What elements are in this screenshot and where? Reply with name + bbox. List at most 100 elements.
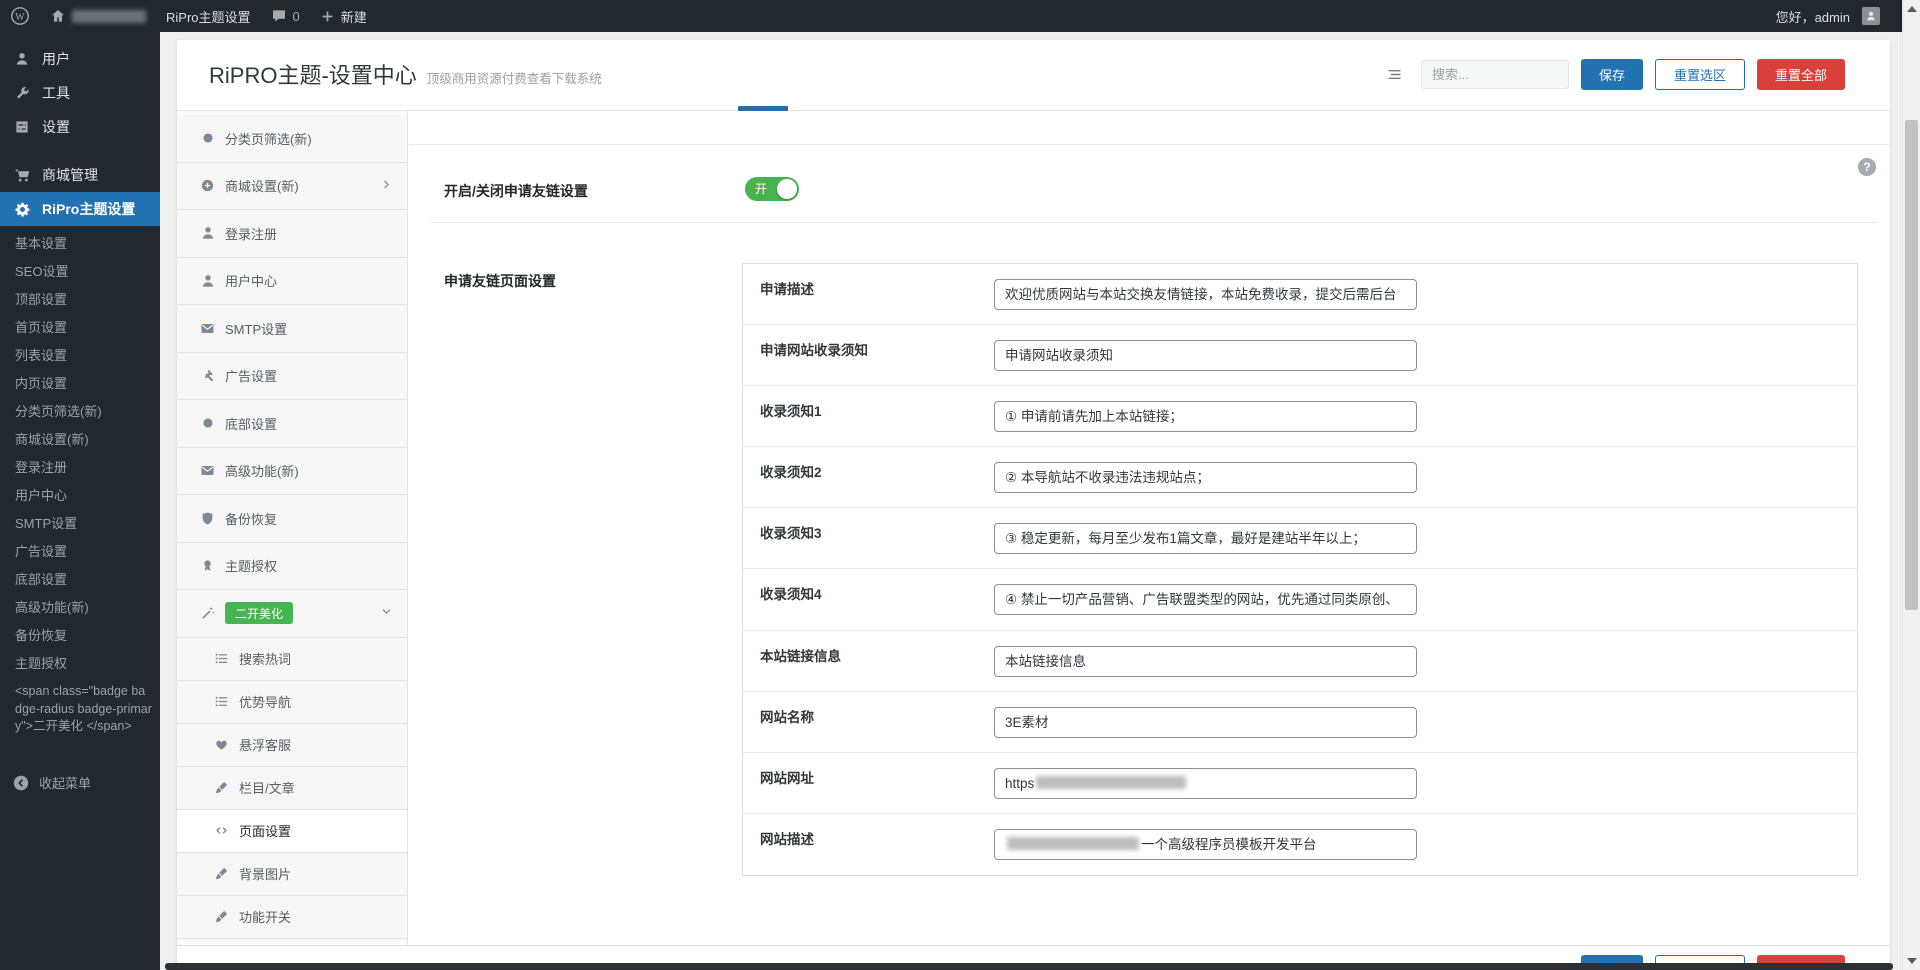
toggle-field-label: 开启/关闭申请友链设置: [444, 181, 588, 201]
field-input-收录须知4[interactable]: ④ 禁止一切产品营销、广告联盟类型的网站，优先通过同类原创、: [994, 584, 1417, 615]
help-icon[interactable]: [1858, 158, 1876, 176]
settings-menu-item-二开美化[interactable]: 二开美化: [177, 590, 407, 638]
wp-submenu-item[interactable]: 底部设置: [0, 564, 160, 592]
chevron-right-icon: [378, 178, 395, 191]
wp-submenu-item[interactable]: 主题授权: [0, 648, 160, 676]
settings-menu-item-背景图片[interactable]: 背景图片: [177, 853, 407, 896]
brush-icon: [213, 866, 230, 881]
settings-menu-item-悬浮客服[interactable]: 悬浮客服: [177, 724, 407, 767]
fields-panel: 申请描述欢迎优质网站与本站交换友情链接，本站免费收录，提交后需后台申请网站收录须…: [742, 263, 1858, 876]
field-label: 网站名称: [760, 706, 814, 726]
wp-submenu-item[interactable]: SMTP设置: [0, 508, 160, 536]
wp-menu-item[interactable]: 工具: [0, 76, 160, 110]
settings-menu-item-页面设置[interactable]: 页面设置: [177, 810, 407, 853]
site-home-link[interactable]: [40, 0, 156, 32]
admin-bar-page-link[interactable]: RiPro主题设置: [156, 0, 261, 32]
scroll-up-arrow[interactable]: [1907, 6, 1917, 12]
home-icon: [50, 8, 66, 24]
cart-icon: [12, 167, 32, 184]
settings-menu-item-分类页筛选(新)[interactable]: 分类页筛选(新): [177, 115, 407, 163]
field-input-网站描述[interactable]: 一个高级程序员模板开发平台: [994, 829, 1417, 860]
field-input-网站名称[interactable]: 3E素材: [994, 707, 1417, 738]
wp-submenu-item[interactable]: 登录注册: [0, 452, 160, 480]
settings-menu-item-SMTP设置[interactable]: SMTP设置: [177, 305, 407, 353]
settings-icon: [12, 119, 32, 135]
plus-circle-icon: [199, 178, 216, 193]
wp-admin-sidebar: 用户工具设置商城管理RiPro主题设置 基本设置SEO设置顶部设置首页设置列表设…: [0, 32, 160, 970]
field-input-申请网站收录须知[interactable]: 申请网站收录须知: [994, 340, 1417, 371]
settings-menu-item-功能开关[interactable]: 功能开关: [177, 896, 407, 939]
settings-menu-item-栏目/文章[interactable]: 栏目/文章: [177, 767, 407, 810]
menu-toggle-button[interactable]: [1381, 61, 1409, 89]
field-input-收录须知2[interactable]: ② 本导航站不收录违法违规站点；: [994, 462, 1417, 493]
wordpress-logo-icon[interactable]: W: [0, 0, 40, 32]
field-input-申请描述[interactable]: 欢迎优质网站与本站交换友情链接，本站免费收录，提交后需后台: [994, 279, 1417, 310]
wp-menu-item[interactable]: 商城管理: [0, 158, 160, 192]
user-icon: [199, 273, 216, 289]
chevron-down-icon: [378, 605, 395, 618]
scroll-down-arrow[interactable]: [1907, 958, 1917, 964]
friend-link-toggle[interactable]: 开: [745, 177, 799, 201]
new-content-button[interactable]: 新建: [310, 0, 377, 32]
wp-submenu-item[interactable]: 备份恢复: [0, 620, 160, 648]
field-label: 本站链接信息: [760, 645, 841, 665]
wp-admin-bar: W RiPro主题设置 0 新建: [0, 0, 1902, 32]
field-row: 收录须知2② 本导航站不收录违法违规站点；: [743, 447, 1857, 508]
settings-menu-item-底部设置[interactable]: 底部设置: [177, 400, 407, 448]
input-visible-text: ③ 稳定更新，每月至少发布1篇文章，最好是建站半年以上；: [1005, 531, 1366, 546]
settings-menu-item-label: 登录注册: [225, 224, 277, 243]
vertical-scrollbar[interactable]: [1902, 0, 1920, 970]
settings-menu-item-商城设置(新)[interactable]: 商城设置(新): [177, 163, 407, 211]
wp-menu-item[interactable]: 用户: [0, 42, 160, 76]
settings-menu-item-label: 页面设置: [239, 821, 291, 840]
save-button[interactable]: 保存: [1581, 59, 1643, 90]
settings-menu-item-label: 功能开关: [239, 907, 291, 926]
arrow-left-circle-icon: [12, 774, 30, 792]
wp-submenu-item[interactable]: 顶部设置: [0, 284, 160, 312]
settings-menu-item-高级功能(新)[interactable]: 高级功能(新): [177, 448, 407, 496]
wp-submenu-item[interactable]: 首页设置: [0, 312, 160, 340]
wp-submenu-item[interactable]: 基本设置: [0, 228, 160, 256]
admin-bar-right: 您好，admin: [1766, 0, 1902, 32]
settings-menu-item-登录注册[interactable]: 登录注册: [177, 210, 407, 258]
field-label: 收录须知1: [760, 400, 822, 420]
settings-menu-item-优势导航[interactable]: 优势导航: [177, 681, 407, 724]
horizontal-scrollbar-thumb[interactable]: [165, 963, 1893, 970]
field-input-收录须知3[interactable]: ③ 稳定更新，每月至少发布1篇文章，最好是建站半年以上；: [994, 523, 1417, 554]
settings-menu-item-广告设置[interactable]: 广告设置: [177, 353, 407, 401]
brush-icon: [213, 909, 230, 924]
comments-link[interactable]: 0: [261, 0, 310, 32]
collapse-menu-button[interactable]: 收起菜单: [0, 768, 160, 798]
wp-menu-item[interactable]: 设置: [0, 110, 160, 144]
settings-menu-item-备份恢复[interactable]: 备份恢复: [177, 495, 407, 543]
settings-menu-item-主题授权[interactable]: 主题授权: [177, 543, 407, 591]
search-input[interactable]: [1421, 60, 1569, 89]
account-menu[interactable]: 您好，admin: [1766, 0, 1890, 32]
wp-submenu-item[interactable]: 分类页筛选(新): [0, 396, 160, 424]
shield-icon: [199, 511, 216, 526]
list-icon: [213, 651, 230, 666]
vertical-scrollbar-thumb[interactable]: [1905, 120, 1918, 610]
menu-separator: [0, 144, 160, 158]
wp-submenu-item[interactable]: 高级功能(新): [0, 592, 160, 620]
wp-submenu-item[interactable]: SEO设置: [0, 256, 160, 284]
field-input-网站网址[interactable]: https: [994, 768, 1417, 799]
reset-all-button[interactable]: 重置全部: [1757, 59, 1845, 90]
field-input-本站链接信息[interactable]: 本站链接信息: [994, 646, 1417, 677]
wp-menu-item[interactable]: RiPro主题设置: [0, 192, 160, 226]
wp-submenu-item[interactable]: 用户中心: [0, 480, 160, 508]
reset-selection-button[interactable]: 重置选区: [1655, 59, 1745, 90]
field-input-收录须知1[interactable]: ① 申请前请先加上本站链接；: [994, 401, 1417, 432]
wp-menu-item-label: 设置: [42, 117, 70, 137]
wp-submenu-item[interactable]: 内页设置: [0, 368, 160, 396]
wp-submenu-item[interactable]: 商城设置(新): [0, 424, 160, 452]
wp-submenu-item[interactable]: 广告设置: [0, 536, 160, 564]
hammer-icon: [199, 368, 216, 383]
field-row: 申请描述欢迎优质网站与本站交换友情链接，本站免费收录，提交后需后台: [743, 264, 1857, 325]
wp-submenu-item[interactable]: 列表设置: [0, 340, 160, 368]
settings-menu-item-搜索热词[interactable]: 搜索热词: [177, 638, 407, 681]
settings-menu-item-用户中心[interactable]: 用户中心: [177, 258, 407, 306]
blurred-text: [1036, 776, 1186, 789]
section-label: 申请友链页面设置: [444, 271, 556, 291]
wp-submenu-item-raw-html[interactable]: <span class="badge badge-radius badge-pr…: [0, 676, 160, 742]
